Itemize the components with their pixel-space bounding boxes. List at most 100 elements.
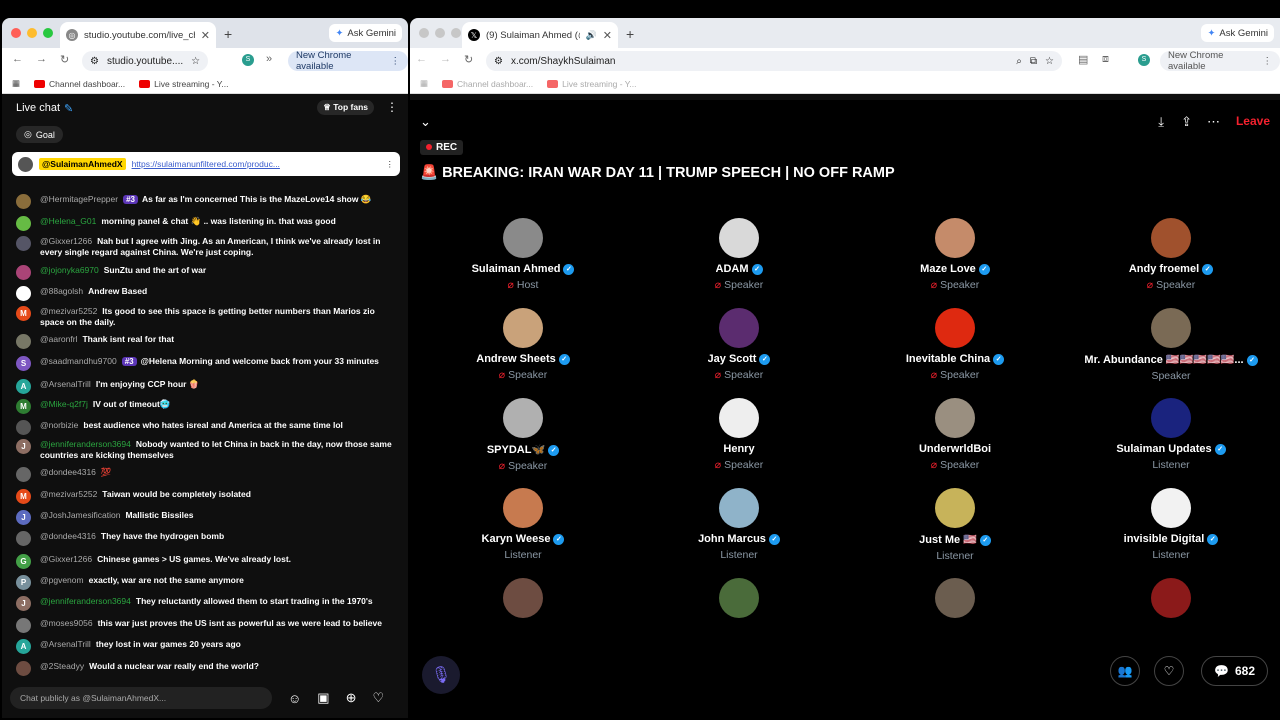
zoom-icon[interactable]: ⌕: [1016, 56, 1022, 67]
chat-message[interactable]: J @jenniferanderson3694 Nobody wanted to l…: [16, 439, 398, 461]
avatar[interactable]: [719, 308, 759, 348]
share-icon[interactable]: ⇪: [1181, 114, 1192, 130]
message-author[interactable]: @jenniferanderson3694: [40, 439, 131, 449]
back-icon[interactable]: ←: [416, 53, 427, 65]
message-author[interactable]: @aaronfrl: [40, 334, 77, 344]
super-chat-icon[interactable]: ▣: [317, 690, 329, 706]
avatar[interactable]: A: [16, 379, 31, 394]
avatar[interactable]: M: [16, 306, 31, 321]
close-window-button[interactable]: [11, 28, 21, 38]
chat-message[interactable]: @dondee4316 💯: [16, 467, 398, 482]
avatar[interactable]: J: [16, 596, 31, 611]
message-author[interactable]: @ArsenalTrill: [40, 379, 91, 389]
participant[interactable]: SPYDAL🦋 ✓ ⌀ Speaker: [415, 398, 631, 488]
bookmark-star-icon[interactable]: ☆: [191, 56, 200, 67]
message-author[interactable]: @saadmandhu9700: [40, 356, 117, 366]
new-tab-button[interactable]: +: [626, 26, 634, 42]
address-bar[interactable]: ⚙ x.com/ShaykhSulaiman ⌕ ⧉ ☆: [486, 51, 1062, 71]
poll-icon[interactable]: ⊕: [346, 690, 357, 706]
new-chrome-button[interactable]: New Chrome available ⋮: [1160, 50, 1280, 72]
ask-gemini-button[interactable]: ✦ Ask Gemini: [1201, 24, 1274, 42]
avatar[interactable]: [719, 218, 759, 258]
minimize-space-icon[interactable]: ⤓: [1158, 114, 1164, 130]
chat-message[interactable]: P @pgvenom exactly, war are not the same a…: [16, 575, 398, 590]
reload-icon[interactable]: ↻: [464, 53, 473, 66]
avatar[interactable]: [935, 308, 975, 348]
message-author[interactable]: @Helena_G01: [40, 216, 96, 226]
avatar[interactable]: [16, 265, 31, 280]
avatar[interactable]: [935, 488, 975, 528]
chat-message[interactable]: M @mezivar5252 Taiwan would be completely …: [16, 489, 398, 504]
avatar[interactable]: [935, 398, 975, 438]
message-author[interactable]: @HermitagePrepper: [40, 194, 118, 204]
kebab-icon[interactable]: ⋮: [391, 56, 401, 67]
avatar[interactable]: J: [16, 510, 31, 525]
message-author[interactable]: @mezivar5252: [40, 306, 97, 316]
avatar[interactable]: M: [16, 399, 31, 414]
participant[interactable]: Sulaiman Updates ✓ Listener: [1063, 398, 1279, 488]
site-info-icon[interactable]: ⚙: [90, 56, 99, 67]
message-author[interactable]: @88agolsh: [40, 286, 83, 296]
chat-message[interactable]: M @mezivar5252 Its good to see this space …: [16, 306, 398, 328]
message-author[interactable]: @pgvenom: [40, 575, 84, 585]
forward-icon[interactable]: →: [36, 53, 47, 65]
chat-message[interactable]: S @saadmandhu9700 #3 @Helena Morning and we…: [16, 356, 398, 371]
chat-message[interactable]: G @Gixxer1266 Chinese games > US games. We…: [16, 554, 398, 569]
top-fans-button[interactable]: ♕ Top fans: [317, 100, 374, 115]
avatar[interactable]: [1151, 488, 1191, 528]
chat-message[interactable]: M @Mike-q2f7j IV out of timeout🥶: [16, 399, 398, 414]
emoji-icon[interactable]: ☺: [288, 691, 301, 706]
chat-message[interactable]: J @JoshJamesification Mallistic Bissiles: [16, 510, 398, 525]
avatar[interactable]: [1151, 308, 1191, 348]
participant[interactable]: Mr. Abundance 🇺🇸🇺🇸🇺🇸🇺🇸🇺🇸... ✓ Speaker: [1063, 308, 1279, 398]
pinned-link[interactable]: https://sulaimanunfiltered.com/produc...: [132, 159, 280, 169]
react-heart-icon[interactable]: ♡: [1154, 656, 1184, 686]
chat-message[interactable]: J @jenniferanderson3694 They reluctantly a…: [16, 596, 398, 611]
chat-message[interactable]: A @ArsenalTrill I'm enjoying CCP hour 🍿: [16, 379, 398, 394]
chat-message[interactable]: @aaronfrl Thank isnt real for that: [16, 334, 398, 349]
chat-message[interactable]: @dondee4316 They have the hydrogen bomb: [16, 531, 398, 546]
close-tab-icon[interactable]: ✕: [201, 29, 210, 42]
install-icon[interactable]: ⧉: [1030, 56, 1037, 67]
chat-message[interactable]: @norbizie best audience who hates isreal …: [16, 420, 398, 435]
participant[interactable]: invisible Digital ✓ Listener: [1063, 488, 1279, 578]
collapse-chevron-icon[interactable]: ⌄: [420, 114, 431, 130]
avatar[interactable]: [16, 467, 31, 482]
avatar[interactable]: [16, 216, 31, 231]
avatar[interactable]: [935, 218, 975, 258]
avatar[interactable]: J: [16, 439, 31, 454]
extensions-icon[interactable]: ⧈: [1102, 53, 1109, 66]
apps-grid-icon[interactable]: ▦: [12, 78, 20, 89]
minimize-window-button[interactable]: [27, 28, 37, 38]
participant[interactable]: Andrew Sheets ✓ ⌀ Speaker: [415, 308, 631, 398]
avatar[interactable]: [503, 578, 543, 618]
avatar[interactable]: [1151, 578, 1191, 618]
message-author[interactable]: @Mike-q2f7j: [40, 399, 88, 409]
message-author[interactable]: @jenniferanderson3694: [40, 596, 131, 606]
avatar[interactable]: [503, 308, 543, 348]
participant[interactable]: Just Me 🇺🇸 ✓ Listener: [847, 488, 1063, 578]
avatar[interactable]: [719, 398, 759, 438]
avatar[interactable]: G: [16, 554, 31, 569]
more-icon[interactable]: ⋯: [1207, 114, 1220, 130]
message-author[interactable]: @Gixxer1266: [40, 554, 92, 564]
avatar[interactable]: [16, 236, 31, 251]
site-info-icon[interactable]: ⚙: [494, 56, 503, 67]
message-author[interactable]: @dondee4316: [40, 467, 96, 477]
avatar[interactable]: [719, 488, 759, 528]
message-author[interactable]: @mezivar5252: [40, 489, 97, 499]
message-author[interactable]: @jojonyka6970: [40, 265, 99, 275]
extensions-chevron-icon[interactable]: »: [266, 53, 272, 65]
avatar[interactable]: [1151, 218, 1191, 258]
avatar[interactable]: [503, 218, 543, 258]
chat-message[interactable]: A @ArsenalTrill they lost in war games 20 …: [16, 639, 398, 654]
avatar[interactable]: [16, 286, 31, 301]
speaker-icon[interactable]: 🔊: [586, 30, 597, 41]
message-author[interactable]: @Gixxer1266: [40, 236, 92, 246]
kebab-icon[interactable]: ⋮: [1263, 56, 1273, 67]
zoom-window-button[interactable]: [451, 28, 461, 38]
participant[interactable]: John Marcus ✓ Listener: [631, 488, 847, 578]
people-icon[interactable]: 👥: [1110, 656, 1140, 686]
message-author[interactable]: @JoshJamesification: [40, 510, 120, 520]
goal-button[interactable]: ◎ Goal: [16, 126, 63, 143]
